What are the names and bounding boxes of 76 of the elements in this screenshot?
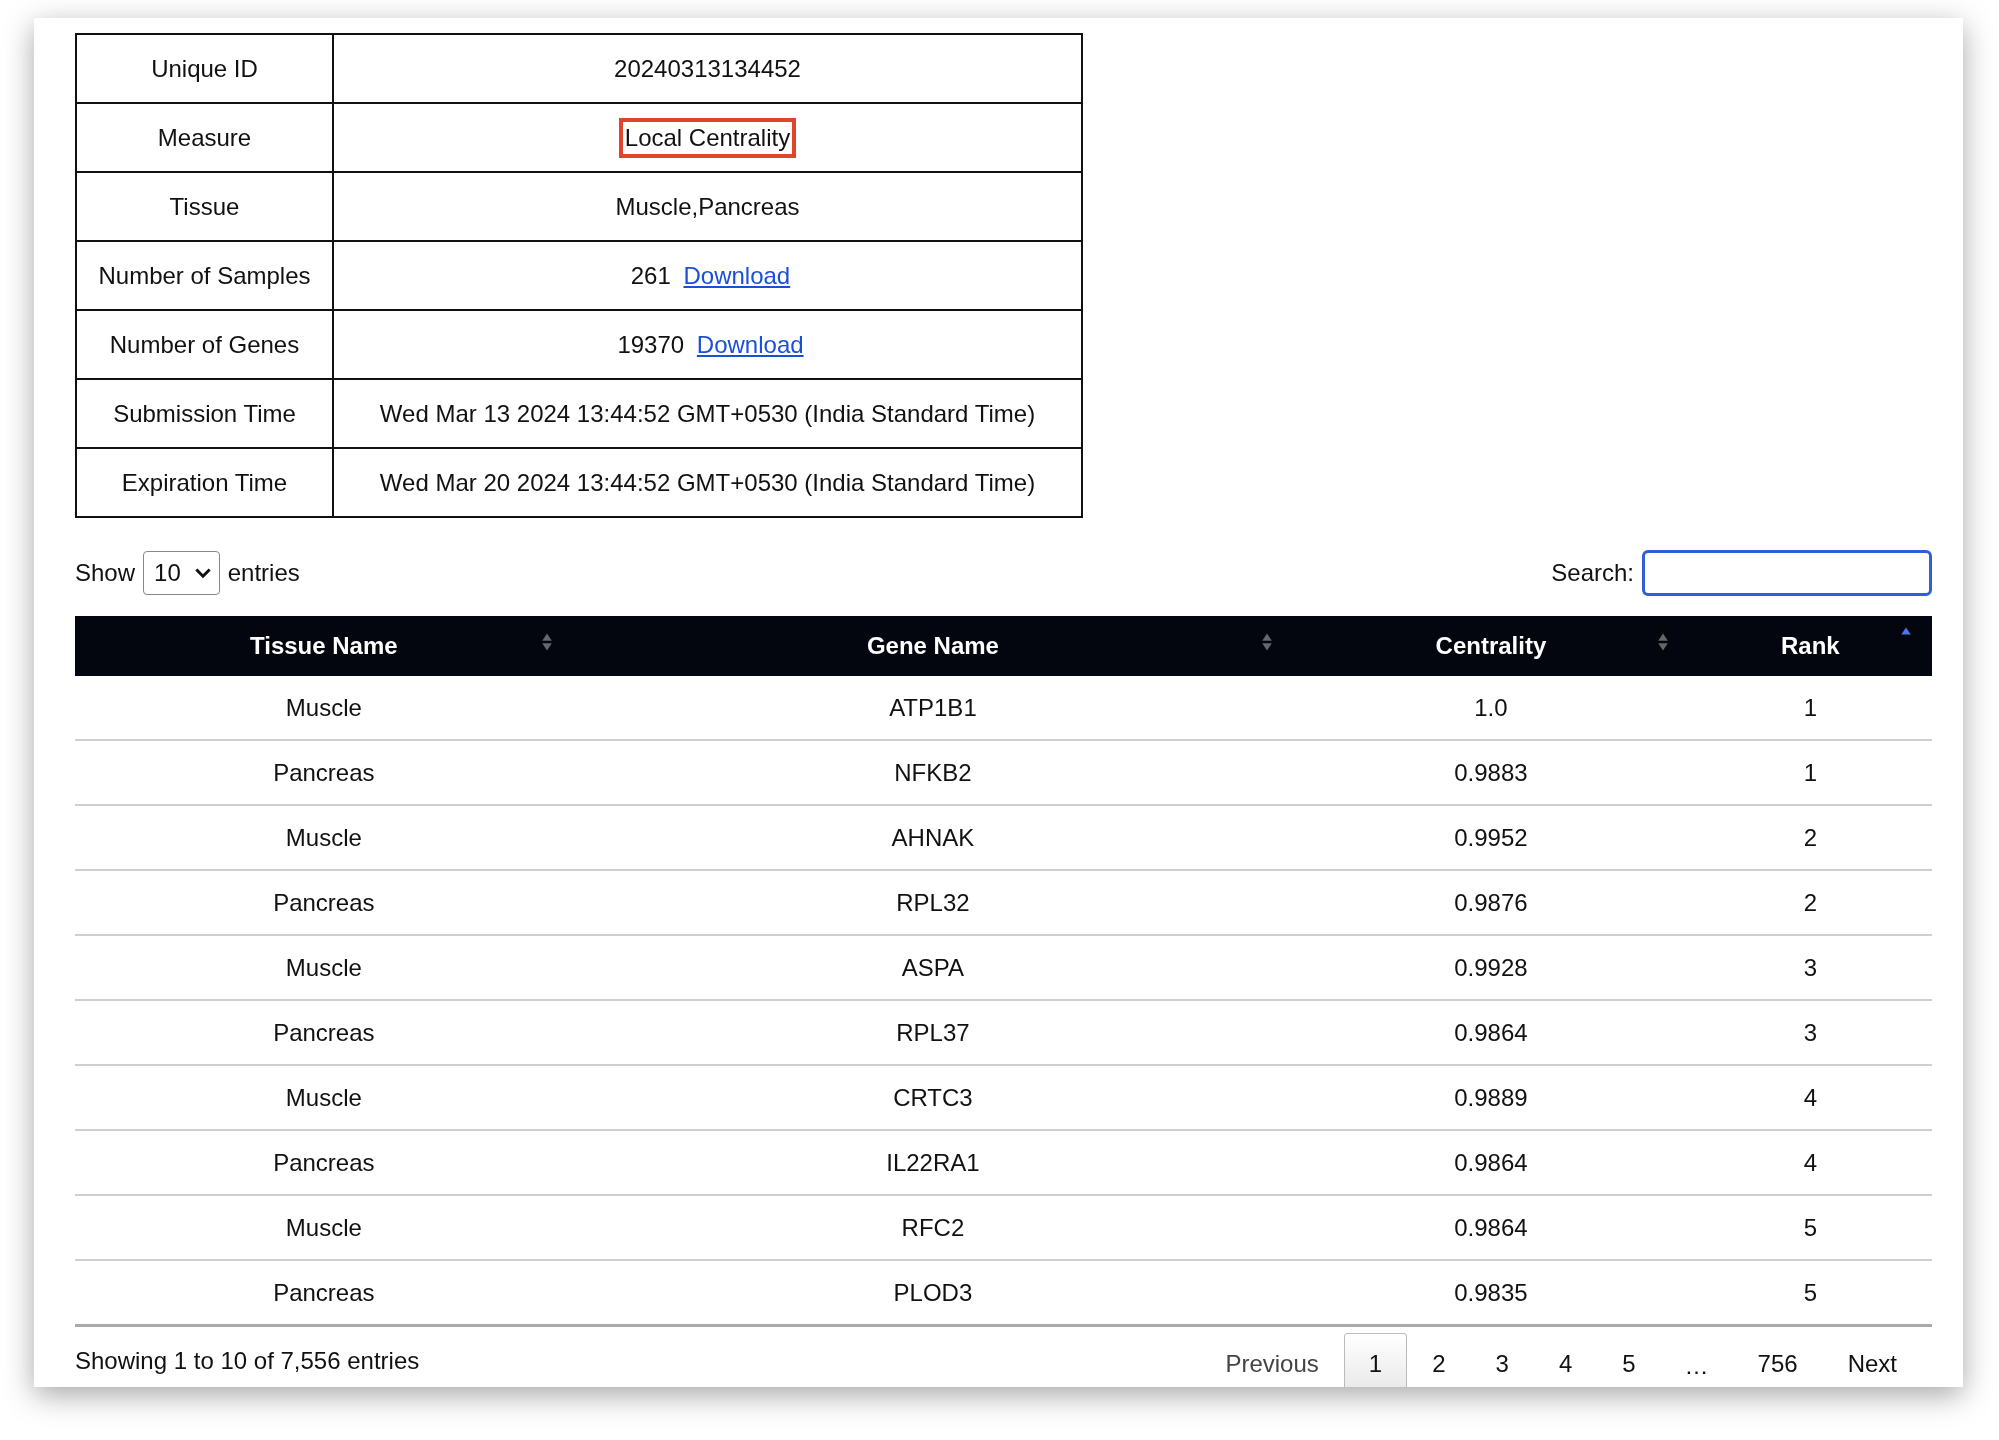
page-button[interactable]: 5: [1597, 1333, 1661, 1387]
page-nav-button[interactable]: Next: [1822, 1333, 1922, 1387]
table-cell: 1: [1688, 740, 1932, 805]
entries-select[interactable]: 10: [143, 551, 220, 595]
table-cell: Muscle: [75, 1195, 573, 1260]
table-cell: Pancreas: [75, 870, 573, 935]
table-cell: Pancreas: [75, 740, 573, 805]
table-cell: Muscle: [75, 676, 573, 740]
table-cell: Submission Time: [76, 379, 333, 448]
table-cell: Pancreas: [75, 1000, 573, 1065]
column-header[interactable]: Rank: [1688, 616, 1932, 676]
table-cell: 4: [1688, 1130, 1932, 1195]
table-cell: CRTC3: [572, 1065, 1294, 1130]
table-cell: 3: [1688, 935, 1932, 1000]
table-cell: Expiration Time: [76, 448, 333, 517]
table-cell: 2: [1688, 870, 1932, 935]
ellipsis: …: [1683, 1352, 1710, 1380]
table-cell: ATP1B1: [572, 676, 1294, 740]
column-header[interactable]: Gene Name: [572, 616, 1294, 676]
table-cell: 1: [1688, 676, 1932, 740]
table-cell: Number of Genes: [76, 310, 333, 379]
page-button[interactable]: 1: [1343, 1333, 1408, 1387]
table-cell: 0.9864: [1293, 1130, 1689, 1195]
table-cell: Unique ID: [76, 34, 333, 103]
table-cell-text: 19370: [616, 329, 686, 360]
table-cell: RPL32: [572, 870, 1294, 935]
table-cell: RFC2: [572, 1195, 1294, 1260]
table-cell: 5: [1688, 1195, 1932, 1260]
table-cell: 0.9864: [1293, 1195, 1689, 1260]
table-cell: AHNAK: [572, 805, 1294, 870]
page-nav-button[interactable]: Previous: [1200, 1333, 1344, 1387]
table-cell: Number of Samples: [76, 241, 333, 310]
table-cell: Pancreas: [75, 1130, 573, 1195]
column-header[interactable]: Centrality: [1293, 616, 1689, 676]
table-cell-text: Wed Mar 13 2024 13:44:52 GMT+0530 (India Standard Time): [378, 398, 1037, 429]
highlighted-value: Local Centrality: [618, 117, 797, 158]
table-cell-text: 20240313134452: [613, 53, 802, 84]
table-cell: Pancreas: [75, 1260, 573, 1326]
search-label: Search:: [1551, 559, 1634, 587]
page-button[interactable]: 4: [1533, 1333, 1598, 1387]
table-cell: 0.9876: [1293, 870, 1689, 935]
table-cell: 0.9928: [1293, 935, 1689, 1000]
table-cell: 0.9864: [1293, 1000, 1689, 1065]
table-cell: RPL37: [572, 1000, 1294, 1065]
chevron-down-icon: [194, 567, 211, 579]
table-cell: 0.9883: [1293, 740, 1689, 805]
page-button[interactable]: 756: [1732, 1333, 1823, 1387]
table-cell: NFKB2: [572, 740, 1294, 805]
download-link[interactable]: Download: [696, 330, 804, 358]
download-link[interactable]: Download: [683, 261, 791, 289]
entries-label: entries: [227, 559, 300, 587]
table-cell: 5: [1688, 1260, 1932, 1326]
column-header[interactable]: Tissue Name: [75, 616, 573, 676]
table-cell-text: Wed Mar 20 2024 13:44:52 GMT+0530 (India Standard Time): [378, 467, 1037, 498]
table-cell: Muscle: [75, 805, 573, 870]
table-cell: Muscle: [75, 1065, 573, 1130]
table-cell: 1.0: [1293, 676, 1689, 740]
entries-info: Showing 1 to 10 of 7,556 entries: [75, 1347, 420, 1375]
table-cell: IL22RA1: [572, 1130, 1294, 1195]
table-cell: Tissue: [76, 172, 333, 241]
table-cell: 3: [1688, 1000, 1932, 1065]
page-button[interactable]: 3: [1470, 1333, 1534, 1387]
table-cell: Muscle: [75, 935, 573, 1000]
table-cell: 0.9835: [1293, 1260, 1689, 1326]
table-cell: 0.9889: [1293, 1065, 1689, 1130]
table-cell: 2: [1688, 805, 1932, 870]
table-cell-text: 261: [629, 260, 672, 291]
table-cell: 4: [1688, 1065, 1932, 1130]
table-cell: 0.9952: [1293, 805, 1689, 870]
table-cell: PLOD3: [572, 1260, 1294, 1326]
table-cell: ASPA: [572, 935, 1294, 1000]
page-button[interactable]: 2: [1407, 1333, 1471, 1387]
table-cell-text: Muscle,Pancreas: [614, 191, 801, 222]
show-label: Show: [75, 559, 136, 587]
search-field[interactable]: [1642, 550, 1932, 596]
table-cell: Measure: [76, 103, 333, 172]
